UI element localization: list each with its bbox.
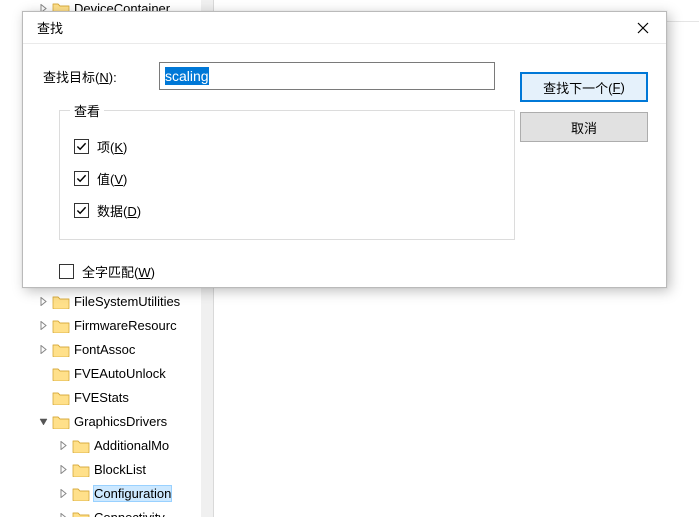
tree-node-firmwareresourc[interactable]: FirmwareResourc — [0, 313, 201, 337]
tree-node-label: FVEAutoUnlock — [74, 366, 166, 381]
tree-node-label: Connectivity — [94, 510, 165, 517]
cancel-button[interactable]: 取消 — [520, 112, 648, 142]
folder-icon — [72, 486, 90, 501]
folder-icon — [52, 342, 70, 357]
check-icon — [76, 173, 87, 184]
find-dialog: 查找 查找目标(N): scaling 查看 项( — [22, 11, 667, 288]
tree-node-fvestats[interactable]: FVEStats — [0, 385, 201, 409]
close-button[interactable] — [620, 12, 666, 44]
tree-node-additionalmo[interactable]: AdditionalMo — [0, 433, 201, 457]
checkbox-data-label: 数据(D) — [97, 201, 141, 220]
tree-node-label: FontAssoc — [74, 342, 135, 357]
checkbox-wholeword[interactable] — [59, 264, 74, 279]
tree-node-connectivity[interactable]: Connectivity — [0, 505, 201, 517]
checkbox-row-wholeword[interactable]: 全字匹配(W) — [59, 262, 155, 281]
chevron-right-icon[interactable] — [56, 438, 70, 452]
chevron-right-icon[interactable] — [36, 294, 50, 308]
tree-node-label: GraphicsDrivers — [74, 414, 167, 429]
checkbox-row-values[interactable]: 值(V) — [74, 165, 500, 191]
folder-icon — [52, 318, 70, 333]
tree-node-label: FirmwareResourc — [74, 318, 177, 333]
folder-icon — [72, 510, 90, 517]
folder-icon — [52, 366, 70, 381]
checkbox-row-keys[interactable]: 项(K) — [74, 133, 500, 159]
chevron-right-icon[interactable] — [56, 462, 70, 476]
checkbox-wholeword-label: 全字匹配(W) — [82, 262, 155, 281]
find-target-input-wrap: scaling — [159, 62, 495, 90]
find-next-button[interactable]: 查找下一个(F) — [520, 72, 648, 102]
close-icon — [637, 22, 649, 34]
chevron-right-icon[interactable] — [56, 510, 70, 517]
folder-icon — [52, 294, 70, 309]
folder-icon — [72, 438, 90, 453]
chevron-right-icon[interactable] — [56, 486, 70, 500]
checkbox-values[interactable] — [74, 171, 89, 186]
tree-node-configuration[interactable]: Configuration — [0, 481, 201, 505]
tree-node-label: BlockList — [94, 462, 146, 477]
tree-node-filesystemutilities[interactable]: FileSystemUtilities — [0, 289, 201, 313]
chevron-down-icon[interactable] — [36, 414, 50, 428]
check-icon — [76, 141, 87, 152]
tree-node-blocklist[interactable]: BlockList — [0, 457, 201, 481]
find-target-input[interactable] — [159, 62, 495, 90]
dialog-titlebar[interactable]: 查找 — [23, 12, 666, 44]
checkbox-keys[interactable] — [74, 139, 89, 154]
tree-node-label: Configuration — [94, 486, 171, 501]
checkbox-keys-label: 项(K) — [97, 137, 127, 156]
chevron-right-icon[interactable] — [36, 342, 50, 356]
check-icon — [76, 205, 87, 216]
tree-node-label: FVEStats — [74, 390, 129, 405]
folder-icon — [52, 414, 70, 429]
folder-icon — [52, 390, 70, 405]
dialog-title: 查找 — [37, 18, 63, 37]
tree-node-graphicsdrivers[interactable]: GraphicsDrivers — [0, 409, 201, 433]
dialog-buttons: 查找下一个(F) 取消 — [520, 72, 648, 142]
chevron-right-icon[interactable] — [36, 318, 50, 332]
dialog-body: 查找目标(N): scaling 查看 项(K) — [23, 44, 666, 287]
find-target-label: 查找目标(N): — [43, 67, 159, 86]
lookin-group: 查看 项(K) 值(V) — [59, 110, 515, 240]
tree-node-fveautounlock[interactable]: FVEAutoUnlock — [0, 361, 201, 385]
checkbox-values-label: 值(V) — [97, 169, 127, 188]
checkbox-row-data[interactable]: 数据(D) — [74, 197, 500, 223]
folder-icon — [72, 462, 90, 477]
checkbox-data[interactable] — [74, 203, 89, 218]
lookin-legend: 查看 — [70, 101, 104, 120]
tree-node-label: AdditionalMo — [94, 438, 169, 453]
tree-node-label: FileSystemUtilities — [74, 294, 180, 309]
tree-node-fontassoc[interactable]: FontAssoc — [0, 337, 201, 361]
